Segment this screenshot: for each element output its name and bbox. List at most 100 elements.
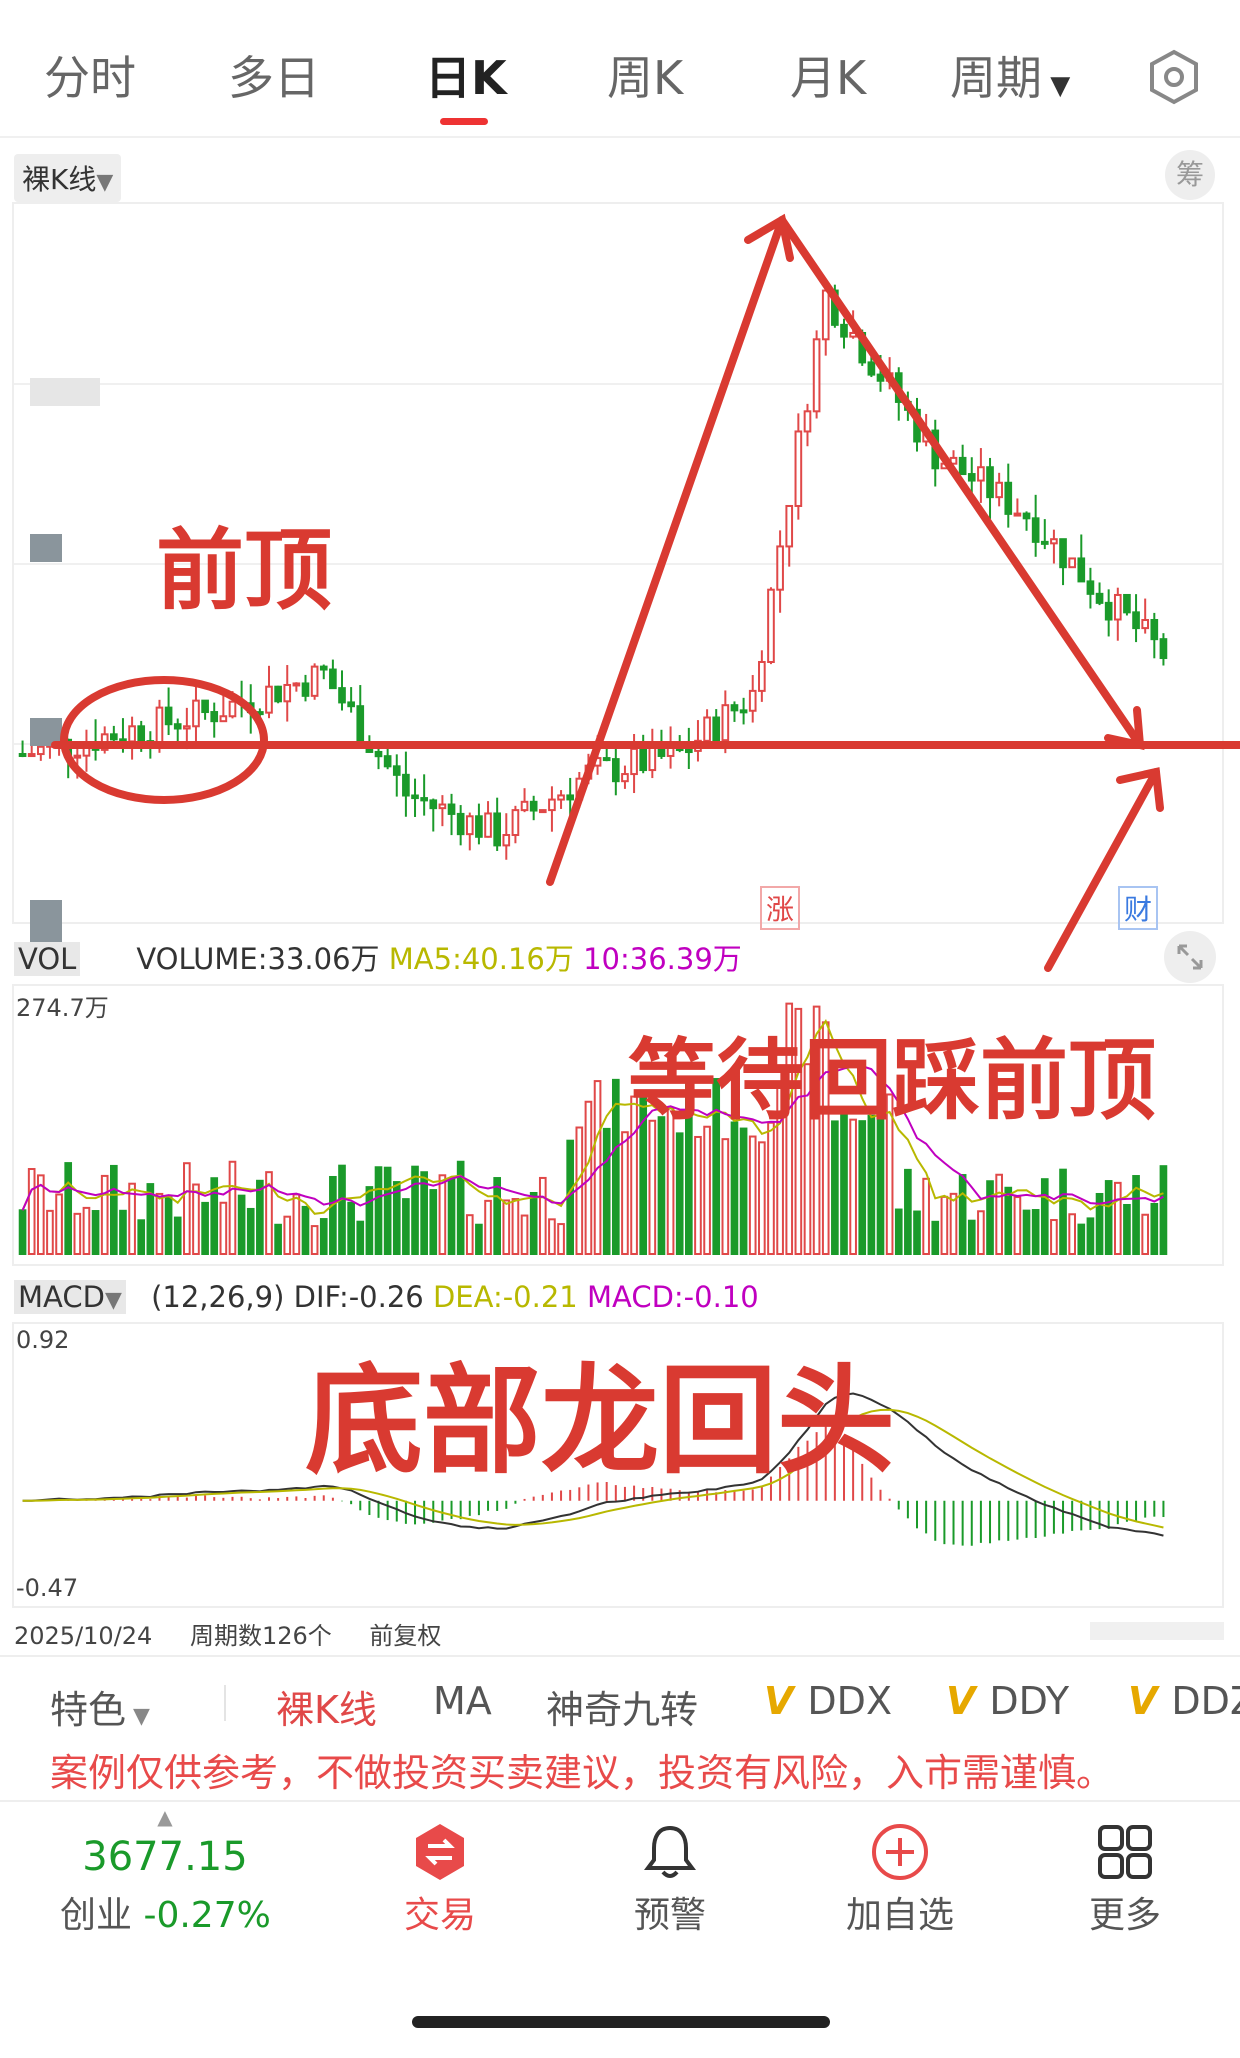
- disclaimer-text: 案例仅供参考，不做投资买卖建议，投资有风险，入市需谨慎。: [50, 1751, 1115, 1795]
- macd-dif-value: DIF:-0.26: [293, 1280, 424, 1314]
- scroll-indicator[interactable]: [1090, 1622, 1224, 1640]
- volume-bar: [739, 1127, 748, 1255]
- macd-dea-value: DEA:-0.21: [432, 1280, 578, 1314]
- candle-body: [949, 456, 958, 465]
- toolbar-ddy[interactable]: V DDY: [946, 1679, 1069, 1723]
- candle-body: [593, 757, 602, 767]
- candle-body: [611, 758, 620, 783]
- tab-multi-day[interactable]: 多日: [228, 42, 320, 108]
- volume-bar: [1022, 1209, 1031, 1256]
- trade-icon: [416, 1824, 464, 1880]
- tab-intraday[interactable]: 分时: [44, 42, 136, 108]
- chip-distribution-button[interactable]: 筹: [1165, 150, 1215, 200]
- masked-price-label: [30, 378, 100, 406]
- candle-body: [502, 834, 511, 847]
- candle-body: [803, 410, 812, 433]
- macd-histogram-value: MACD:-0.10: [586, 1280, 759, 1314]
- volume-bar: [18, 1209, 27, 1255]
- candle-body: [493, 812, 501, 847]
- nav-trade[interactable]: 交易: [380, 1822, 500, 1938]
- tab-monthly-k[interactable]: 月K: [790, 42, 866, 108]
- volume-bar: [648, 1119, 657, 1255]
- candle-body: [794, 430, 803, 507]
- toolbar-ma[interactable]: MA: [433, 1679, 492, 1723]
- volume-bar: [511, 1198, 520, 1255]
- candle-body: [977, 466, 985, 482]
- candle-body: [1068, 557, 1076, 569]
- home-indicator[interactable]: [412, 2016, 830, 2028]
- candle-body: [18, 753, 27, 757]
- volume-bar: [1059, 1168, 1067, 1255]
- macd-selector[interactable]: MACD▼: [14, 1280, 126, 1314]
- volume-bar: [1013, 1196, 1022, 1255]
- volume-bar: [758, 1141, 766, 1255]
- candle-body: [1159, 638, 1168, 660]
- candle-body: [329, 668, 337, 690]
- volume-bar: [201, 1201, 209, 1255]
- tab-daily-k[interactable]: 日K: [425, 42, 507, 108]
- limit-up-badge[interactable]: 涨: [760, 886, 801, 930]
- period-count: 周期数126个: [189, 1622, 332, 1650]
- candle-body: [520, 800, 529, 812]
- macd-selector-label: MACD: [18, 1280, 105, 1314]
- candle-body: [958, 456, 967, 476]
- candle-body: [867, 361, 876, 376]
- candle-body: [456, 812, 465, 836]
- volume-bar: [310, 1225, 319, 1255]
- volume-bar: [721, 1138, 730, 1255]
- candle-body: [511, 809, 520, 837]
- candle-body: [1077, 557, 1086, 583]
- settings-hexagon-icon[interactable]: [1145, 48, 1203, 106]
- kline-type-selector[interactable]: 裸K线▼: [14, 154, 122, 202]
- volume-indicator-header: VOL VOLUME:33.06万 MA5:40.16万 10:36.39万: [14, 936, 742, 978]
- candle-body: [767, 588, 775, 663]
- toolbar-ddz[interactable]: V DDZ: [1128, 1679, 1240, 1723]
- toolbar-feature-dropdown[interactable]: 特色 ▼: [50, 1679, 150, 1734]
- candle-body: [484, 812, 492, 838]
- toolbar-magic-nine[interactable]: 神奇九转: [546, 1679, 698, 1734]
- candle-body: [283, 683, 292, 703]
- nav-add-watchlist[interactable]: 加自选: [830, 1822, 970, 1938]
- candle-body: [210, 711, 219, 723]
- candle-body: [128, 725, 136, 743]
- volume-bar: [694, 1135, 702, 1256]
- finance-badge[interactable]: 财: [1118, 886, 1159, 930]
- index-name: 创业: [60, 1895, 133, 1936]
- volume-bar: [46, 1209, 54, 1256]
- toolbar-ddx[interactable]: V DDX: [764, 1679, 892, 1723]
- volume-bar: [1077, 1223, 1086, 1256]
- toolbar-naked-kline[interactable]: 裸K线: [276, 1679, 377, 1734]
- candle-body: [237, 700, 246, 705]
- candle-body: [730, 704, 739, 712]
- candle-body: [173, 723, 182, 730]
- tab-period-dropdown[interactable]: 周期 ▼: [950, 42, 1070, 108]
- volume-bar: [329, 1175, 337, 1255]
- candle-body: [995, 481, 1003, 499]
- macd-indicator-header: MACD▼ (12,26,9) DIF:-0.26 DEA:-0.21 MACD…: [14, 1280, 759, 1314]
- nav-more[interactable]: 更多: [1065, 1822, 1185, 1938]
- volume-bar: [520, 1214, 529, 1255]
- volume-bar: [913, 1210, 921, 1256]
- annotation-bottom-dragon: 底部龙回头: [305, 1352, 896, 1490]
- candle-body: [201, 699, 209, 714]
- candle-body: [1050, 538, 1058, 545]
- index-ticker[interactable]: ▲ 3677.15 创业 -0.27%: [60, 1806, 271, 1938]
- candle-body: [1059, 538, 1067, 569]
- nav-alert[interactable]: 预警: [610, 1822, 730, 1938]
- candle-body: [538, 809, 547, 814]
- indicator-toolbar: 特色 ▼ 裸K线 MA 神奇九转 V DDX V DDY V DDZ: [0, 1655, 1240, 1747]
- candle-body: [183, 725, 191, 730]
- volume-bar: [748, 1135, 757, 1256]
- candle-body: [967, 473, 976, 482]
- tab-weekly-k[interactable]: 周K: [607, 42, 683, 108]
- volume-bar: [1113, 1181, 1122, 1255]
- macd-params: (12,26,9): [151, 1280, 285, 1314]
- v-badge-icon: V: [946, 1679, 976, 1723]
- volume-bar: [1104, 1180, 1113, 1255]
- expand-icon[interactable]: [1163, 930, 1217, 984]
- volume-bar: [995, 1173, 1003, 1255]
- volume-selector[interactable]: VOL: [14, 942, 81, 976]
- volume-bar: [484, 1199, 492, 1256]
- volume-bar: [904, 1168, 912, 1256]
- candle-body: [694, 739, 702, 752]
